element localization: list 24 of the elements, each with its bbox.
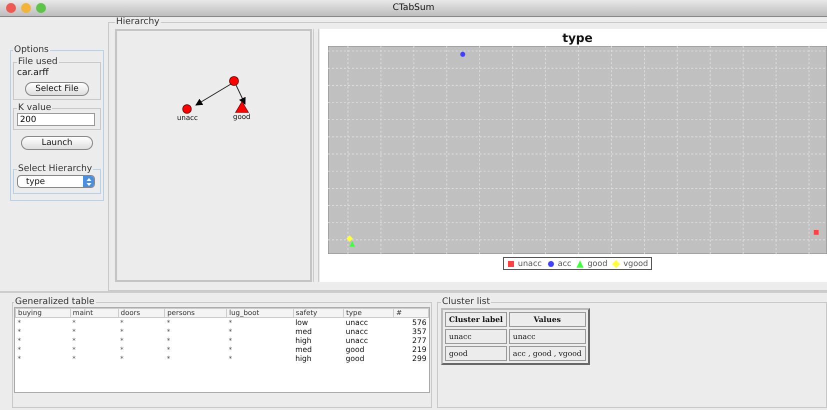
legend-label: acc xyxy=(558,259,572,268)
legend-label: unacc xyxy=(518,259,542,268)
file-name: car.arff xyxy=(17,68,50,78)
legend-label: vgood xyxy=(623,259,648,268)
node-circle-icon xyxy=(182,104,192,114)
updown-icon xyxy=(86,176,92,186)
panel-title: Generalized table xyxy=(14,297,96,307)
group-title: K value xyxy=(17,103,52,113)
panel-title: Options xyxy=(13,45,50,55)
k-value-field[interactable]: 200 xyxy=(17,113,95,126)
hierarchy-dropdown[interactable]: type xyxy=(17,175,95,188)
panel-title: Hierarchy xyxy=(115,17,161,27)
zoom-button[interactable] xyxy=(36,3,46,13)
minimize-button[interactable] xyxy=(21,3,31,13)
launch-button[interactable]: Launch xyxy=(20,136,94,150)
close-button[interactable] xyxy=(6,3,16,13)
chart-title: type xyxy=(561,31,594,46)
group-title: Select Hierarchy xyxy=(17,164,94,174)
group-title: File used xyxy=(17,57,59,67)
legend-label: good xyxy=(587,259,608,268)
node-triangle-icon xyxy=(234,101,249,113)
select-file-button[interactable]: Select File xyxy=(25,82,89,96)
window-title: CTabSum xyxy=(392,3,434,13)
panel-title: Cluster list xyxy=(441,297,492,307)
